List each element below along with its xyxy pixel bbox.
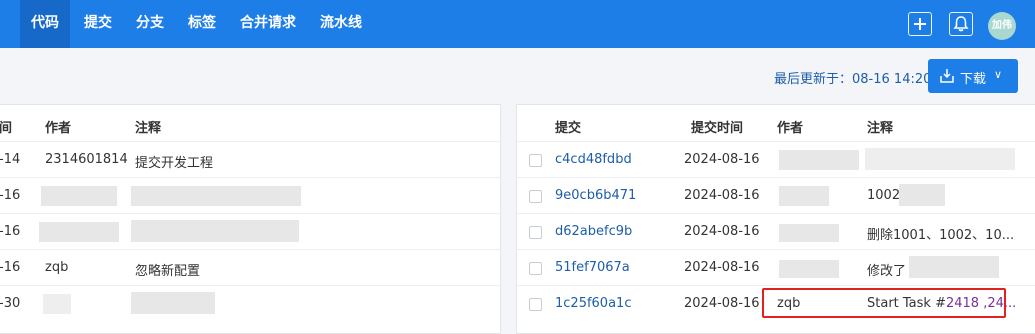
download-icon	[940, 69, 954, 83]
redacted-author	[779, 260, 839, 278]
commit-author: 2314601814	[45, 152, 128, 167]
commit-time: -16	[0, 260, 21, 275]
redacted-author	[41, 186, 117, 206]
highlight-box	[762, 288, 1006, 318]
user-avatar[interactable]: 加伟	[988, 12, 1016, 40]
commit-comment: 提交开发工程	[135, 156, 214, 171]
commit-time: 2024-08-16	[684, 260, 760, 275]
commit-time: -16	[0, 224, 21, 239]
redacted-comment	[131, 186, 301, 206]
last-updated-value: 08-16 14:20	[852, 72, 932, 87]
table-row[interactable]: -16 zqb 忽略新配置	[0, 249, 500, 286]
bell-icon	[953, 16, 969, 32]
redacted-comment	[909, 256, 999, 278]
download-button[interactable]: 下载 ∨	[928, 59, 1018, 93]
redacted-comment	[899, 184, 945, 206]
redacted-author	[779, 224, 839, 242]
tab-code[interactable]: 代码	[20, 0, 70, 48]
last-updated-label: 最后更新于：	[774, 72, 853, 87]
chevron-down-icon: ∨	[994, 68, 1003, 81]
table-row[interactable]: c4cd48fdbd 2024-08-16	[517, 141, 1035, 178]
redacted-comment	[131, 220, 299, 242]
commit-hash-link[interactable]: c4cd48fdbd	[555, 152, 632, 167]
commit-time: 2024-08-16	[684, 188, 760, 203]
table-row[interactable]: -16	[0, 213, 500, 250]
commit-hash-link[interactable]: 51fef7067a	[555, 260, 630, 275]
redacted-author	[779, 150, 859, 170]
table-row[interactable]: 9e0cb6b471 2024-08-16 1002	[517, 177, 1035, 214]
table-row[interactable]: 51fef7067a 2024-08-16 修改了	[517, 249, 1035, 286]
right-commit-table: 提交 提交时间 作者 注释 c4cd48fdbd 2024-08-16 9e0c…	[516, 104, 1035, 334]
commit-time: -14	[0, 152, 21, 167]
redacted-comment	[865, 148, 1015, 170]
commit-time: -30	[0, 296, 21, 311]
row-checkbox[interactable]	[529, 154, 542, 167]
tab-pipelines[interactable]: 流水线	[310, 0, 372, 48]
commit-time: 2024-08-16	[684, 224, 760, 239]
column-header-commit-time: 提交时间	[691, 121, 744, 136]
tab-tags[interactable]: 标签	[178, 0, 226, 48]
row-checkbox[interactable]	[529, 226, 542, 239]
last-updated: 最后更新于：08-16 14:20	[774, 68, 931, 87]
commit-comment: 删除1001、1002、10...	[867, 228, 1015, 243]
commit-hash-link[interactable]: 9e0cb6b471	[555, 188, 636, 203]
table-row[interactable]: d62abefc9b 2024-08-16 删除1001、1002、10...	[517, 213, 1035, 250]
column-header-comment: 注释	[867, 121, 894, 136]
commit-author: zqb	[45, 260, 69, 275]
create-button[interactable]	[908, 12, 932, 36]
redacted-comment	[131, 292, 215, 314]
column-header-author: 作者	[777, 121, 804, 136]
row-checkbox[interactable]	[529, 190, 542, 203]
notifications-button[interactable]	[949, 12, 973, 36]
commit-time: 2024-08-16	[684, 296, 760, 311]
column-header-commit: 提交	[555, 121, 582, 136]
redacted-author	[779, 186, 829, 206]
commit-comment: 1002	[867, 188, 901, 203]
commit-comment: 修改了	[867, 264, 907, 279]
commit-time: -16	[0, 188, 21, 203]
row-checkbox[interactable]	[529, 298, 542, 311]
column-header-time: 间	[0, 121, 13, 136]
download-label: 下载	[960, 72, 987, 87]
tab-merge-requests[interactable]: 合并请求	[232, 0, 304, 48]
commit-time: 2024-08-16	[684, 152, 760, 167]
column-header-author: 作者	[45, 121, 72, 136]
commit-hash-link[interactable]: 1c25f60a1c	[555, 296, 631, 311]
tab-commits[interactable]: 提交	[74, 0, 122, 48]
left-commit-table: 间 作者 注释 -14 2314601814 提交开发工程 -16 -16 -1…	[0, 104, 501, 334]
table-row[interactable]: -16	[0, 177, 500, 214]
commit-comment: 忽略新配置	[135, 264, 201, 279]
column-header-comment: 注释	[135, 121, 162, 136]
redacted-author	[39, 222, 119, 242]
table-row[interactable]: -30	[0, 285, 500, 322]
tab-branches[interactable]: 分支	[126, 0, 174, 48]
row-checkbox[interactable]	[529, 262, 542, 275]
redacted-author	[43, 294, 71, 314]
top-nav-bar: 代码 提交 分支 标签 合并请求 流水线 加伟	[0, 0, 1035, 48]
table-row[interactable]: -14 2314601814 提交开发工程	[0, 141, 500, 178]
commit-hash-link[interactable]: d62abefc9b	[555, 224, 632, 239]
